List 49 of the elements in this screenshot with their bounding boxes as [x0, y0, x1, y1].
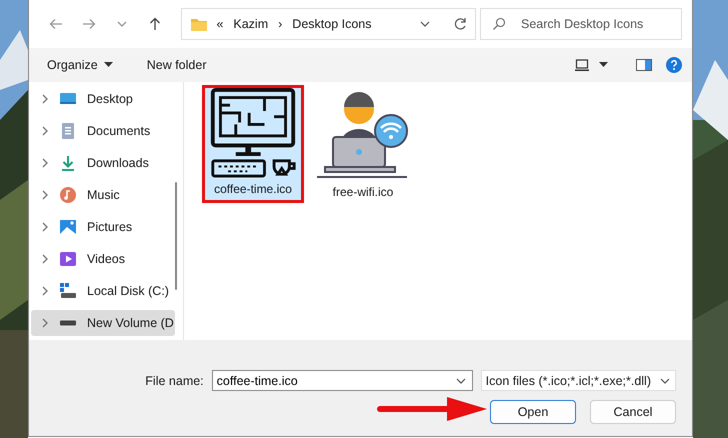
- separator: ›: [278, 17, 282, 31]
- search-icon: [492, 17, 506, 31]
- video-icon: [59, 250, 77, 268]
- breadcrumb[interactable]: Desktop Icons: [292, 17, 372, 31]
- scrollbar[interactable]: [175, 182, 177, 290]
- folder-icon: [190, 16, 208, 32]
- chevron-icon[interactable]: [41, 222, 49, 232]
- refresh-icon[interactable]: [453, 17, 467, 31]
- file-type-dropdown[interactable]: Icon files (*.ico;*.icl;*.exe;*.dll): [480, 370, 676, 391]
- file-item[interactable]: coffee-time.ico: [202, 85, 304, 203]
- search-field[interactable]: Search Desktop Icons: [480, 8, 682, 40]
- chevron-icon[interactable]: [41, 286, 49, 296]
- chevron-icon[interactable]: [41, 254, 49, 264]
- sidebar-item[interactable]: Videos: [31, 246, 175, 272]
- file-name: coffee-time.ico: [214, 182, 292, 196]
- chevron-icon[interactable]: [41, 126, 49, 136]
- view-icon[interactable]: [575, 59, 589, 71]
- music-icon: [59, 186, 77, 204]
- overflow-chevron[interactable]: «: [216, 17, 224, 31]
- drive-icon: [59, 282, 77, 300]
- file-name: free-wifi.ico: [332, 185, 394, 199]
- caret-icon[interactable]: [599, 62, 608, 68]
- organize-button[interactable]: Organize: [45, 54, 115, 76]
- document-icon: [59, 122, 77, 140]
- sidebar-item[interactable]: Music: [31, 182, 175, 208]
- sidebar-item[interactable]: Desktop: [31, 86, 175, 112]
- sidebar-item[interactable]: Documents: [31, 118, 175, 144]
- sidebar-item[interactable]: Downloads: [31, 150, 175, 176]
- cancel-button[interactable]: Cancel: [590, 400, 676, 424]
- file-name-field[interactable]: coffee-time.ico: [212, 370, 473, 391]
- drive-icon: [59, 320, 77, 326]
- chevron-icon[interactable]: [41, 158, 49, 168]
- sidebar-item[interactable]: Pictures: [31, 214, 175, 240]
- open-button[interactable]: Open: [490, 400, 576, 424]
- chevron-icon[interactable]: [41, 190, 49, 200]
- sidebar-item[interactable]: New Volume (D: [31, 310, 175, 336]
- help-icon[interactable]: [666, 57, 682, 73]
- new-folder-button[interactable]: New folder: [144, 54, 208, 76]
- field-label: File name:: [145, 374, 204, 388]
- caret-icon: [104, 62, 113, 68]
- address-bar[interactable]: « Kazim › Desktop Icons: [181, 8, 476, 40]
- download-icon: [59, 154, 77, 172]
- file-item[interactable]: free-wifi.ico: [312, 85, 414, 203]
- preview-pane-icon[interactable]: [636, 59, 652, 71]
- sidebar-item[interactable]: Local Disk (C:): [31, 278, 175, 304]
- breadcrumb[interactable]: Kazim: [233, 17, 268, 31]
- chevron-icon[interactable]: [41, 94, 49, 104]
- picture-icon: [59, 218, 77, 236]
- chevron-icon[interactable]: [41, 318, 49, 328]
